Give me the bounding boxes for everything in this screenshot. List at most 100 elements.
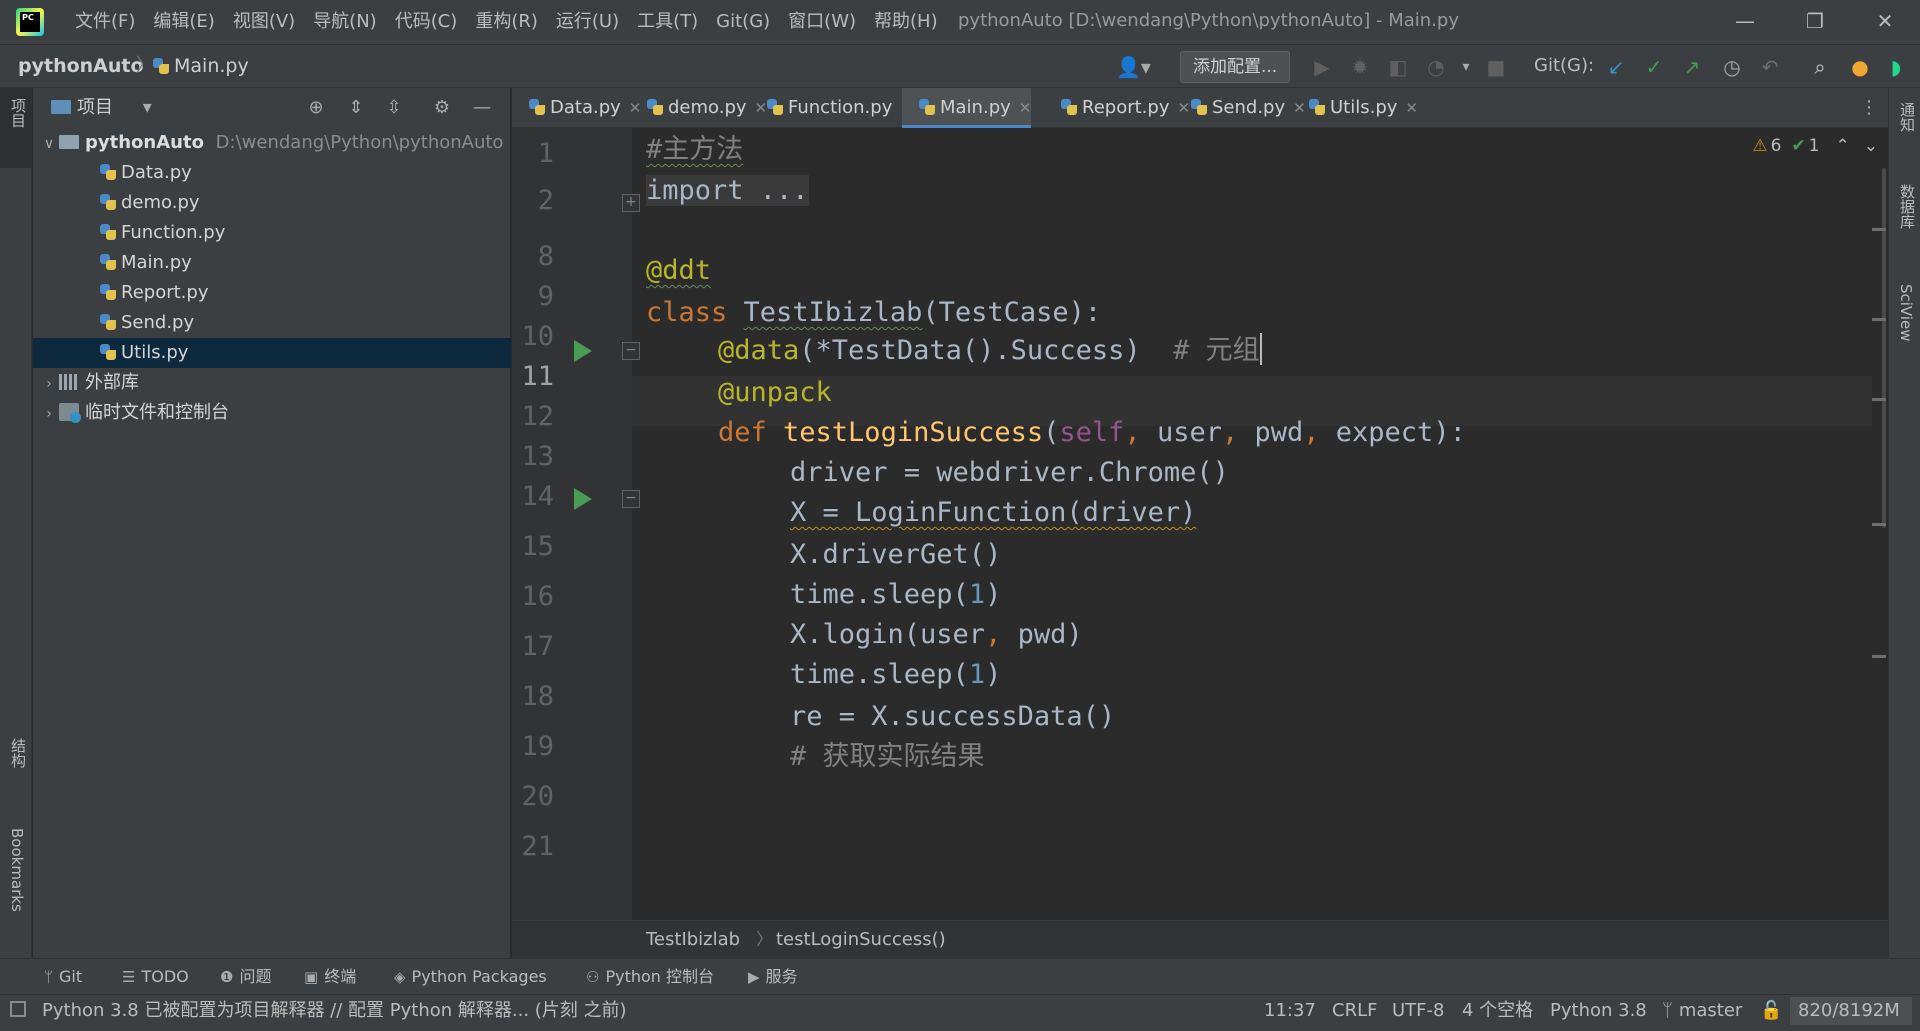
git-rollback-icon[interactable]: ↶ — [1756, 53, 1784, 81]
structure-tool-button[interactable]: 结构 — [8, 738, 29, 768]
chevron-down-icon[interactable]: ∨ — [39, 129, 59, 159]
breadcrumb-class[interactable]: TestIbizlab — [646, 921, 740, 959]
search-icon[interactable]: ⌕ — [1806, 53, 1834, 81]
menu-run[interactable]: 运行(U) — [547, 0, 628, 44]
menu-tools[interactable]: 工具(T) — [628, 0, 707, 44]
lock-icon[interactable]: 🔓 — [1760, 995, 1782, 1027]
tab-utils[interactable]: Utils.py ✕ — [1292, 88, 1418, 128]
pycharm-logo-icon[interactable]: PC — [16, 8, 44, 36]
git-history-icon[interactable]: ◷ — [1718, 53, 1746, 81]
memory-indicator[interactable]: 820/8192M — [1790, 997, 1912, 1025]
close-window-button[interactable]: ✕ — [1856, 0, 1914, 44]
git-update-icon[interactable]: ↙ — [1602, 53, 1630, 81]
expand-all-icon[interactable]: ⇕ — [343, 96, 369, 120]
editor-scrollbar[interactable] — [1868, 128, 1888, 920]
git-tool-button[interactable]: ᛘ Git — [44, 959, 82, 995]
tree-external-libraries[interactable]: › 外部库 — [33, 368, 511, 398]
previous-highlight-icon[interactable]: ⌃ — [1836, 136, 1850, 156]
tree-file-report[interactable]: Report.py — [33, 278, 511, 308]
tab-main[interactable]: Main.py ✕ — [902, 88, 1032, 128]
restore-button[interactable]: ❐ — [1786, 0, 1844, 44]
tree-root-folder[interactable]: ∨ pythonAuto D:\wendang\Python\pythonAuto — [33, 128, 511, 158]
line-separator[interactable]: CRLF — [1332, 995, 1377, 1027]
error-stripe-mark[interactable] — [1872, 318, 1886, 321]
problems-tool-button[interactable]: ❶ 问题 — [220, 959, 271, 995]
menu-edit[interactable]: 编辑(E) — [144, 0, 223, 44]
minimize-button[interactable]: — — [1716, 0, 1774, 44]
chevron-right-icon[interactable]: › — [39, 399, 59, 429]
error-stripe-mark[interactable] — [1872, 228, 1886, 231]
tree-scratches[interactable]: › 临时文件和控制台 — [33, 398, 511, 428]
tab-data[interactable]: Data.py ✕ — [512, 88, 641, 128]
chevron-right-icon[interactable]: › — [39, 369, 59, 399]
collapse-all-icon[interactable]: ⇳ — [381, 96, 407, 120]
menu-code[interactable]: 代码(C) — [386, 0, 467, 44]
profile-icon[interactable]: ◔ — [1422, 53, 1450, 81]
indent-setting[interactable]: 4 个空格 — [1462, 995, 1533, 1027]
debug-icon[interactable]: ✹ — [1346, 53, 1374, 81]
code-editor[interactable]: 1 2 8 9 10 11 12 13 14 15 16 17 18 19 20… — [512, 128, 1888, 920]
stop-icon[interactable]: ■ — [1482, 53, 1510, 81]
python-console-tool-button[interactable]: ⚇ Python 控制台 — [586, 959, 714, 995]
hide-panel-icon[interactable]: — — [469, 96, 495, 120]
tree-file-demo[interactable]: demo.py — [33, 188, 511, 218]
close-tab-icon[interactable]: ✕ — [1405, 99, 1418, 117]
tab-demo[interactable]: demo.py ✕ — [630, 88, 767, 128]
todo-tool-button[interactable]: ☰ TODO — [122, 959, 189, 995]
run-method-icon[interactable] — [574, 488, 592, 510]
tab-report[interactable]: Report.py ✕ — [1044, 88, 1190, 128]
inspection-widget[interactable]: ⚠ 6 ✔ 1 ⌃ ⌄ — [1752, 136, 1878, 156]
breadcrumb-file[interactable]: Main.py — [152, 45, 249, 87]
services-tool-button[interactable]: ▶ 服务 — [748, 959, 798, 995]
code-with-me-icon[interactable]: ◗ — [1882, 53, 1910, 81]
git-branch[interactable]: ᛘ master — [1662, 995, 1742, 1027]
database-tool-button[interactable]: 数据库 — [1897, 184, 1918, 229]
tab-menu-icon[interactable]: ⋮ — [1860, 88, 1878, 128]
notifications-tool-button[interactable]: 通知 — [1897, 102, 1918, 132]
python-packages-tool-button[interactable]: ◈ Python Packages — [394, 959, 547, 995]
folded-imports[interactable]: import ... — [646, 175, 809, 206]
tree-file-main[interactable]: Main.py — [33, 248, 511, 278]
breadcrumb-method[interactable]: testLoginSuccess() — [776, 921, 946, 959]
tab-send[interactable]: Send.py ✕ — [1174, 88, 1306, 128]
menu-window[interactable]: 窗口(W) — [779, 0, 865, 44]
menu-git[interactable]: Git(G) — [707, 0, 779, 44]
user-icon[interactable]: 👤▾ — [1116, 55, 1151, 79]
run-class-icon[interactable] — [574, 340, 592, 362]
error-stripe-mark[interactable] — [1872, 655, 1886, 658]
collapse-fold-icon[interactable]: − — [622, 342, 640, 360]
bookmarks-tool-button[interactable]: Bookmarks — [8, 828, 26, 912]
tree-file-function[interactable]: Function.py — [33, 218, 511, 248]
git-commit-icon[interactable]: ✓ — [1640, 53, 1668, 81]
menu-navigate[interactable]: 导航(N) — [304, 0, 386, 44]
scrollbar-thumb[interactable] — [1882, 168, 1886, 528]
error-stripe-mark[interactable] — [1872, 523, 1886, 526]
caret-position[interactable]: 11:37 — [1264, 995, 1316, 1027]
status-message[interactable]: Python 3.8 已被配置为项目解释器 // 配置 Python 解释器..… — [42, 995, 627, 1027]
menu-file[interactable]: 文件(F) — [66, 0, 144, 44]
menu-refactor[interactable]: 重构(R) — [466, 0, 547, 44]
error-stripe-mark[interactable] — [1872, 398, 1886, 401]
tree-file-send[interactable]: Send.py — [33, 308, 511, 338]
coverage-icon[interactable]: ◧ — [1384, 53, 1412, 81]
tree-file-data[interactable]: Data.py — [33, 158, 511, 188]
tree-file-utils[interactable]: Utils.py — [33, 338, 511, 368]
terminal-tool-button[interactable]: ▣ 终端 — [304, 959, 356, 995]
git-push-icon[interactable]: ↗ — [1678, 53, 1706, 81]
project-view-selector[interactable]: 项目 ▾ — [51, 88, 152, 128]
locate-file-icon[interactable]: ⊕ — [303, 96, 329, 120]
menu-help[interactable]: 帮助(H) — [865, 0, 947, 44]
file-encoding[interactable]: UTF-8 — [1392, 995, 1444, 1027]
project-tool-button[interactable]: 项目 — [0, 88, 32, 168]
sciview-tool-button[interactable]: SciView — [1897, 284, 1915, 342]
collapse-fold-icon[interactable]: − — [622, 490, 640, 508]
add-configuration-button[interactable]: 添加配置... — [1180, 51, 1291, 83]
breadcrumb-project[interactable]: pythonAuto — [18, 45, 144, 87]
more-run-chevron-down-icon[interactable]: ▾ — [1452, 53, 1480, 81]
python-interpreter[interactable]: Python 3.8 — [1550, 995, 1647, 1027]
gear-icon[interactable]: ⚙ — [429, 96, 455, 120]
run-icon[interactable]: ▶ — [1308, 53, 1336, 81]
tab-function[interactable]: Function.py✕ — [750, 88, 913, 128]
menu-view[interactable]: 视图(V) — [224, 0, 304, 44]
toggle-tool-windows-icon[interactable] — [10, 1001, 26, 1017]
